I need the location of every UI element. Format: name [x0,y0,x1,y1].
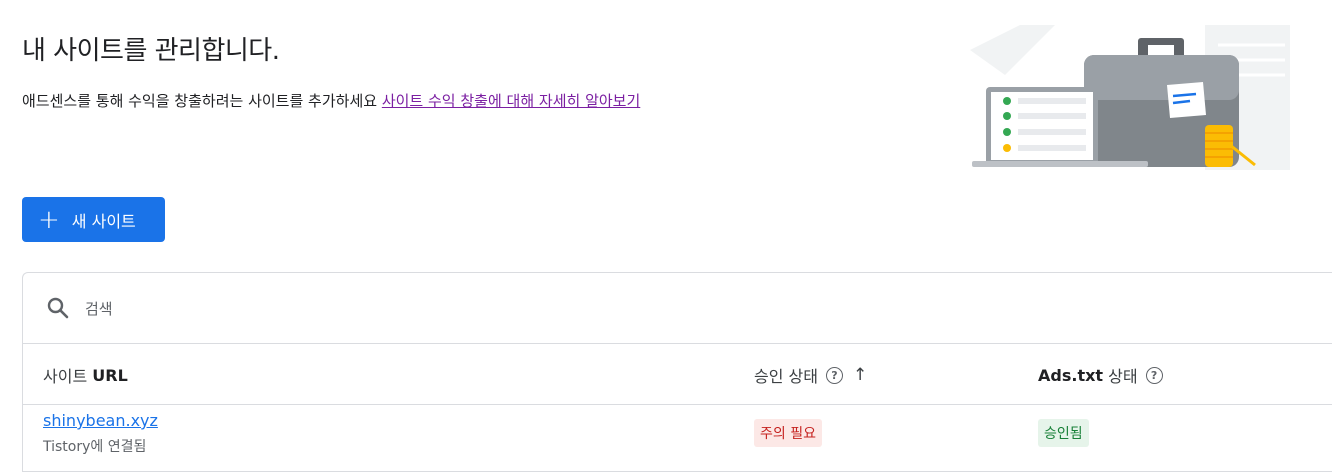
connected-platform: Tistory에 연결됨 [43,439,147,455]
search-bar [23,273,1332,344]
table-row: shinybean.xyz Tistory에 연결됨 [43,411,158,456]
column-header-site-url: 사이트 URL [43,365,128,387]
site-url-link[interactable]: shinybean.xyz [43,411,158,430]
help-icon[interactable]: ? [1145,366,1163,384]
column-header-ads-txt-status: Ads.txt 상태 ? [1038,363,1163,387]
ads-txt-status-badge[interactable]: 승인됨 [1038,419,1089,447]
page-subtitle: 애드센스를 통해 수익을 창출하려는 사이트를 추가하세요 사이트 수익 창출에… [22,90,640,111]
plus-icon: + [38,204,60,235]
search-icon[interactable] [46,296,70,320]
subtitle-text: 애드센스를 통해 수익을 창출하려는 사이트를 추가하세요 [22,92,378,110]
new-site-button[interactable]: + 새 사이트 [22,197,165,242]
briefcase-illustration [970,25,1290,170]
sites-table-card: 사이트 URL 승인 상태 ? ↑ Ads.txt 상태 ? shinybean… [22,272,1332,472]
approval-status-badge[interactable]: 주의 필요 [754,419,822,447]
page-title: 내 사이트를 관리합니다. [22,36,280,66]
arrow-up-icon[interactable]: ↑ [853,365,867,385]
new-site-label: 새 사이트 [71,211,136,231]
column-header-approval-status[interactable]: 승인 상태 ? ↑ [754,363,867,387]
table-header: 사이트 URL 승인 상태 ? ↑ Ads.txt 상태 ? [23,343,1332,405]
learn-more-link[interactable]: 사이트 수익 창출에 대해 자세히 알아보기 [382,92,640,110]
help-icon[interactable]: ? [825,366,843,384]
search-input[interactable] [83,295,487,323]
